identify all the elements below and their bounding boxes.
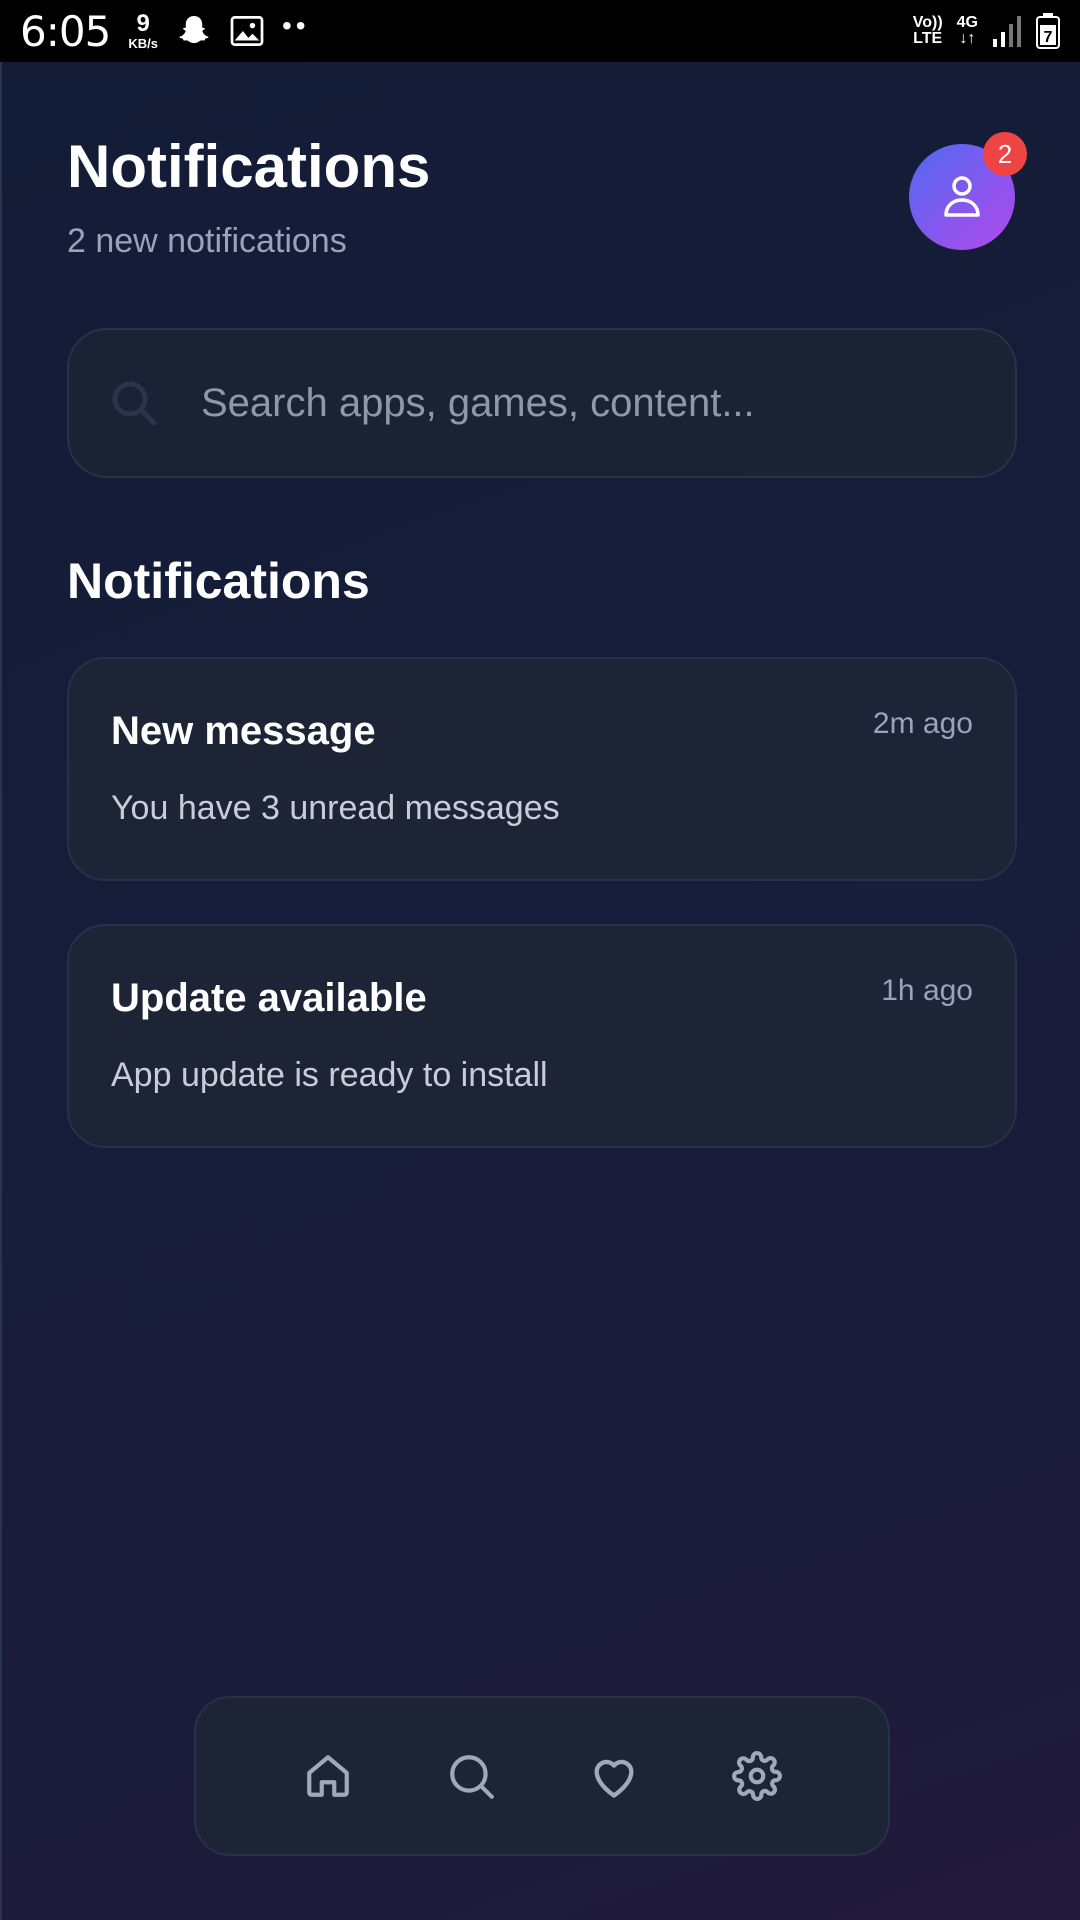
network-speed: 9 KB/s [128, 10, 158, 51]
search-bar[interactable]: Search apps, games, content... [67, 328, 1017, 478]
notification-card[interactable]: New message 2m ago You have 3 unread mes… [67, 657, 1017, 881]
notification-time: 2m ago [872, 707, 973, 740]
gallery-icon [230, 16, 264, 46]
nav-home-button[interactable] [298, 1746, 358, 1806]
data-type: 4G [956, 14, 978, 31]
network-speed-unit: KB/s [128, 36, 158, 51]
bottom-nav [194, 1696, 890, 1856]
notification-badge: 2 [983, 132, 1027, 176]
page-subtitle: 2 new notifications [67, 222, 347, 260]
heart-icon [588, 1750, 640, 1802]
notifications-screen: Notifications 2 new notifications 2 Sear… [0, 62, 1080, 1920]
data-arrows: ↓↑ [959, 30, 976, 47]
search-icon [446, 1751, 496, 1801]
more-notifications-icon: •• [281, 10, 310, 41]
signal-icon [992, 15, 1022, 47]
volte-indicator: Vo)) LTE [913, 15, 943, 47]
notification-body: App update is ready to install [111, 1056, 548, 1094]
user-icon [942, 173, 982, 222]
notification-body: You have 3 unread messages [111, 789, 560, 827]
nav-favorites-button[interactable] [584, 1746, 644, 1806]
header: Notifications 2 new notifications [67, 132, 1015, 262]
section-title: Notifications [67, 553, 370, 609]
volte-bottom: LTE [913, 30, 943, 47]
profile-avatar-button[interactable]: 2 [909, 132, 1027, 250]
notification-time: 1h ago [881, 974, 973, 1007]
nav-search-button[interactable] [441, 1746, 501, 1806]
gear-icon [731, 1751, 782, 1801]
notification-title: New message [111, 709, 376, 753]
status-time: 6:05 [20, 6, 111, 56]
home-icon [303, 1751, 353, 1801]
page-title: Notifications [67, 133, 431, 200]
data-indicator: 4G ↓↑ [957, 15, 978, 47]
volte-top: Vo)) [912, 14, 943, 31]
search-icon [109, 378, 159, 428]
search-input[interactable]: Search apps, games, content... [201, 381, 755, 426]
network-speed-value: 9 [136, 10, 150, 37]
notification-title: Update available [111, 976, 427, 1020]
battery-icon: 7 [1036, 13, 1060, 49]
status-bar: 6:05 9 KB/s •• Vo)) LTE 4G ↓↑ 7 [0, 0, 1080, 62]
nav-settings-button[interactable] [727, 1746, 787, 1806]
snapchat-icon [176, 13, 212, 49]
notification-card[interactable]: Update available 1h ago App update is re… [67, 924, 1017, 1148]
svg-text:7: 7 [1044, 29, 1053, 46]
